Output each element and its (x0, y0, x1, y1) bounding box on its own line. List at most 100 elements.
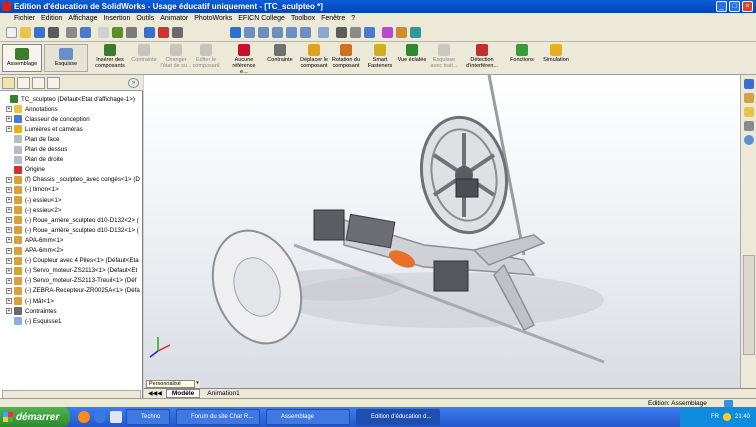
open-folder-icon[interactable] (20, 27, 31, 38)
command-button[interactable]: Fonctions (506, 44, 538, 63)
tree-item[interactable]: + (-) Servo_moteur-ZS2113<1> (Défaut<Et (6, 266, 137, 276)
realview-icon[interactable] (396, 27, 407, 38)
menu-item[interactable]: Animator (160, 15, 188, 22)
command-button[interactable]: Rotation du composant (330, 44, 362, 69)
command-button[interactable]: Smart Fasteners (364, 44, 396, 69)
firefox-quicklaunch-icon[interactable] (78, 411, 90, 423)
menu-item[interactable]: Edition (41, 15, 62, 22)
expand-plus-icon[interactable]: + (6, 298, 12, 304)
new-document-icon[interactable] (6, 27, 17, 38)
command-button[interactable]: Aucune référence e... (228, 44, 260, 75)
command-button[interactable]: Insérer des composants (94, 44, 126, 69)
tree-item[interactable]: + Contraintes (6, 306, 57, 316)
view-orientation-icon[interactable] (144, 27, 155, 38)
configuration-box[interactable]: Personnalisé (146, 380, 200, 388)
collapse-chevron-icon[interactable] (744, 135, 754, 145)
tab-esquisse[interactable]: Esquisse (44, 44, 88, 72)
print-icon[interactable] (48, 27, 59, 38)
tree-item[interactable]: + APA-6mm<1> (6, 235, 63, 245)
tree-item[interactable]: + APA-6mm<2> (6, 246, 63, 256)
tab-modele[interactable]: Modèle (165, 389, 201, 398)
tree-item[interactable]: Plan de droite (6, 155, 63, 165)
tree-item[interactable]: + (-) essieu<2> (6, 205, 61, 215)
expand-plus-icon[interactable]: + (6, 237, 12, 244)
zoom-to-fit-icon[interactable] (230, 27, 241, 38)
start-button[interactable]: démarrer (0, 407, 70, 427)
expand-plus-icon[interactable]: + (6, 277, 12, 284)
taskbar-item[interactable]: Assemblage (266, 409, 350, 425)
tree-item[interactable]: + (-) Mât<1> (6, 296, 54, 306)
command-button[interactable]: Contrainte (264, 44, 296, 63)
property-manager-tab-icon[interactable] (17, 77, 30, 89)
tree-item[interactable]: + Annotations (6, 104, 58, 114)
command-button[interactable]: Contrainte (128, 44, 160, 63)
expand-plus-icon[interactable]: + (6, 106, 12, 113)
help-icon[interactable] (724, 400, 733, 407)
configuration-dropdown-icon[interactable]: ▾ (194, 380, 200, 388)
expand-plus-icon[interactable]: + (6, 227, 12, 234)
expand-plus-icon[interactable]: + (6, 186, 12, 193)
menu-item[interactable]: Fichier (14, 15, 35, 22)
appearance-icon[interactable] (382, 27, 393, 38)
assembly-model[interactable] (144, 74, 740, 388)
tree-item[interactable]: TC_sculpteo (Défaut<Etat d'affichage-1>) (2, 94, 135, 104)
pan-icon[interactable] (300, 27, 311, 38)
taskbar-item[interactable]: Forum du site Char R... (176, 409, 260, 425)
rotate-view-icon[interactable] (286, 27, 297, 38)
resources-icon[interactable] (744, 79, 754, 89)
tree-item[interactable]: Origine (6, 165, 45, 175)
taskbar-item[interactable]: Edition d'éducation d... (356, 409, 440, 425)
file-explorer-icon[interactable] (744, 107, 754, 117)
minimize-button[interactable]: _ (716, 1, 727, 12)
view-palette-icon[interactable] (744, 121, 754, 131)
receiver[interactable] (455, 178, 479, 198)
tree-item[interactable]: (-) Esquisse1 (6, 316, 61, 326)
tree-item[interactable]: + (-) Roue_arrière_sculpteo d10-D132<1> ( (6, 225, 139, 235)
tree-item[interactable]: + (-) Servo_moteur-ZS2113-Treuil<1> (Déf (6, 276, 136, 286)
close-button[interactable]: × (742, 1, 753, 12)
menu-item[interactable]: Outils (136, 15, 154, 22)
command-button[interactable]: Détection d'interféren... (466, 44, 498, 69)
options-icon[interactable] (126, 27, 137, 38)
tray-icon[interactable] (722, 413, 731, 421)
menu-item[interactable]: Fenêtre (321, 15, 345, 22)
shaded-icon[interactable] (364, 27, 375, 38)
command-button[interactable]: Vue éclatée (396, 44, 428, 63)
zoom-fit-icon[interactable] (158, 27, 169, 38)
expand-plus-icon[interactable]: + (6, 116, 12, 123)
standard-views-icon[interactable] (318, 27, 329, 38)
command-button[interactable]: Simulation (540, 44, 572, 63)
select-arrow-icon[interactable] (98, 27, 109, 38)
menu-item[interactable]: Insertion (103, 15, 130, 22)
expand-plus-icon[interactable]: + (6, 257, 12, 264)
tree-item[interactable]: + (-) Roue_arrière_sculpteo d10-D132<2> ( (6, 215, 139, 225)
servo-left[interactable] (313, 209, 345, 241)
tab-assemblage[interactable]: Assemblage (2, 44, 42, 72)
zoom-area-icon[interactable] (244, 27, 255, 38)
tab-scroll-left-icon[interactable]: ◀◀◀ (148, 390, 162, 397)
expand-plus-icon[interactable]: + (6, 267, 12, 274)
expand-chevron-icon[interactable]: » (128, 78, 139, 88)
zoom-in-icon[interactable] (258, 27, 269, 38)
ie-quicklaunch-icon[interactable] (94, 411, 106, 423)
save-icon[interactable] (34, 27, 45, 38)
tree-item[interactable]: Plan de dessus (6, 145, 67, 155)
tree-item[interactable]: + (-) Coupleur avec 4 Piles<1> (Défaut<Et… (6, 256, 139, 266)
configuration-tab-icon[interactable] (32, 77, 45, 89)
tree-item[interactable]: + (-) ZEBRA-Recepteur-ZR0025A<1> (Défa (6, 286, 140, 296)
tab-animation1[interactable]: Animation1 (202, 390, 245, 397)
expand-plus-icon[interactable]: + (6, 287, 12, 294)
expand-plus-icon[interactable]: + (6, 217, 12, 224)
menu-item[interactable]: PhotoWorks (194, 15, 232, 22)
expand-plus-icon[interactable]: + (6, 197, 12, 203)
expand-plus-icon[interactable]: + (6, 126, 12, 133)
zoom-out-icon[interactable] (272, 27, 283, 38)
servo-right[interactable] (433, 260, 469, 292)
undo-icon[interactable] (80, 27, 91, 38)
expand-plus-icon[interactable]: + (6, 247, 12, 254)
menu-item[interactable]: Toolbox (291, 15, 315, 22)
menu-item[interactable]: Affichage (68, 15, 97, 22)
expand-plus-icon[interactable]: + (6, 176, 12, 183)
expand-plus-icon[interactable]: + (6, 207, 12, 214)
feature-tree-tab-icon[interactable] (2, 77, 15, 89)
